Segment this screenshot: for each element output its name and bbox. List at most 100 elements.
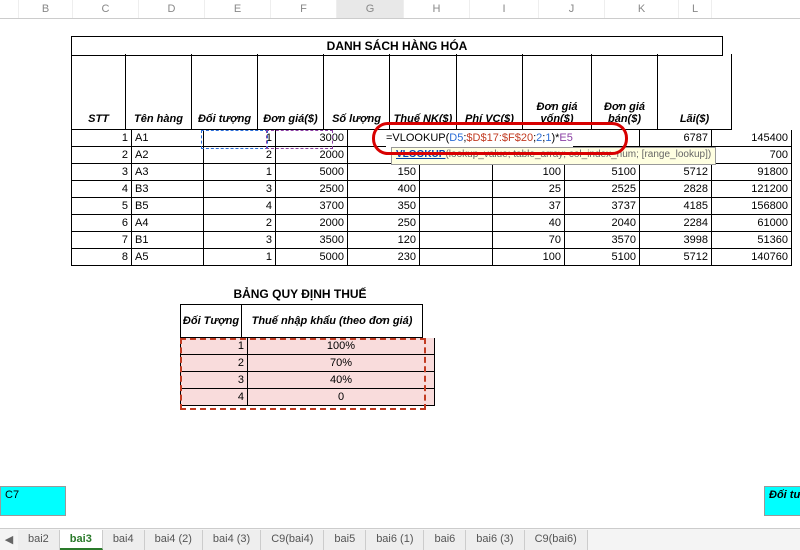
cell[interactable] [419,181,492,198]
cell[interactable]: A4 [131,215,203,232]
cell[interactable]: 2 [203,215,275,232]
col-I[interactable]: I [470,0,539,18]
cell[interactable]: 4 [203,198,275,215]
tab-C9(bai4)[interactable]: C9(bai4) [261,530,324,550]
tax-row[interactable]: 40 [180,389,435,406]
cell[interactable] [419,198,492,215]
cell[interactable]: 3737 [564,198,639,215]
table-row[interactable]: 7B133500120703570399851360 [71,232,792,249]
tab-bai6[interactable]: bai6 [424,530,466,550]
cell[interactable]: 120 [347,232,419,249]
tab-bai4 (2)[interactable]: bai4 (2) [145,530,203,550]
cell[interactable]: 145400 [711,130,792,147]
cell[interactable]: 6 [71,215,131,232]
cell[interactable]: 5100 [564,249,639,266]
cell[interactable]: 5 [71,198,131,215]
tax-val[interactable]: 70% [247,355,435,372]
tax-row[interactable]: 270% [180,355,435,372]
tab-bai4 (3)[interactable]: bai4 (3) [203,530,261,550]
table-row[interactable]: 8A51500023010051005712140760 [71,249,792,266]
cell[interactable]: 2040 [564,215,639,232]
cell[interactable]: B3 [131,181,203,198]
tax-val[interactable]: 0 [247,389,435,406]
cell[interactable]: 37 [492,198,564,215]
col-D[interactable]: D [139,0,205,18]
tax-val[interactable]: 100% [247,338,435,355]
cell[interactable]: 2 [71,147,131,164]
cell[interactable]: 2525 [564,181,639,198]
cell[interactable]: A5 [131,249,203,266]
tax-val[interactable]: 40% [247,372,435,389]
spreadsheet-grid[interactable]: B C D E F G H I J K L DANH SÁCH HÀNG HÓA… [0,0,800,528]
cell[interactable]: 70 [492,232,564,249]
cell[interactable]: 1 [203,249,275,266]
cell[interactable]: 2500 [275,181,347,198]
cell[interactable]: 4185 [639,198,711,215]
cell[interactable]: 3700 [275,198,347,215]
tab-bai4[interactable]: bai4 [103,530,145,550]
col-L[interactable]: L [679,0,712,18]
cell[interactable]: 140760 [711,249,792,266]
col-G[interactable]: G [337,0,404,18]
tooltip-fn-link[interactable]: VLOOKUP [396,149,445,160]
tab-bai6 (1)[interactable]: bai6 (1) [366,530,424,550]
cell[interactable]: 121200 [711,181,792,198]
cell[interactable]: 25 [492,181,564,198]
cell[interactable]: 3 [203,232,275,249]
cell[interactable]: 3 [203,181,275,198]
cell[interactable]: 3570 [564,232,639,249]
cell[interactable]: 5100 [564,164,639,181]
cell[interactable]: 5000 [275,164,347,181]
cell[interactable]: B5 [131,198,203,215]
col-J[interactable]: J [539,0,605,18]
cell[interactable]: 700 [711,147,792,164]
tax-row[interactable]: 1100% [180,338,435,355]
tab-bai5[interactable]: bai5 [324,530,366,550]
cell[interactable]: 100 [492,164,564,181]
cell[interactable]: 5712 [639,164,711,181]
cell[interactable]: 1 [71,130,131,147]
cell[interactable]: 2000 [275,147,347,164]
tax-key[interactable]: 2 [180,355,247,372]
cell[interactable]: A2 [131,147,203,164]
cell[interactable]: 156800 [711,198,792,215]
col-H[interactable]: H [404,0,470,18]
tax-key[interactable]: 1 [180,338,247,355]
cell[interactable]: 5000 [275,249,347,266]
cell[interactable] [419,164,492,181]
cell[interactable]: 40 [492,215,564,232]
cell[interactable]: 3 [71,164,131,181]
cell[interactable]: 400 [347,181,419,198]
tab-bai3[interactable]: bai3 [60,530,103,550]
cell[interactable]: 4 [71,181,131,198]
cell[interactable]: 2000 [275,215,347,232]
cell[interactable]: 100 [492,249,564,266]
col-C[interactable]: C [73,0,139,18]
cell[interactable]: 2828 [639,181,711,198]
table-row[interactable]: 4B3325004002525252828121200 [71,181,792,198]
cell[interactable] [419,249,492,266]
cell[interactable]: 7 [71,232,131,249]
cell[interactable]: 6787 [639,130,711,147]
cell[interactable]: B1 [131,232,203,249]
tab-nav-prev[interactable]: ◀ [0,533,18,546]
cell[interactable]: 8 [71,249,131,266]
cell[interactable]: 2284 [639,215,711,232]
cell[interactable]: 51360 [711,232,792,249]
col-B[interactable]: B [19,0,73,18]
col-F[interactable]: F [271,0,337,18]
cell[interactable] [564,130,639,147]
cell[interactable]: 250 [347,215,419,232]
cell[interactable]: 5712 [639,249,711,266]
cell[interactable]: 91800 [711,164,792,181]
cell[interactable]: 61000 [711,215,792,232]
tab-C9(bai6)[interactable]: C9(bai6) [525,530,588,550]
cell[interactable]: 150 [347,164,419,181]
cell[interactable]: 2 [203,147,275,164]
table-row[interactable]: 6A422000250 402040228461000 [71,215,792,232]
cell[interactable]: A3 [131,164,203,181]
cell[interactable]: 1 [203,164,275,181]
tab-bai6 (3)[interactable]: bai6 (3) [466,530,524,550]
cell[interactable]: 1 [203,130,275,147]
cell[interactable] [419,232,492,249]
